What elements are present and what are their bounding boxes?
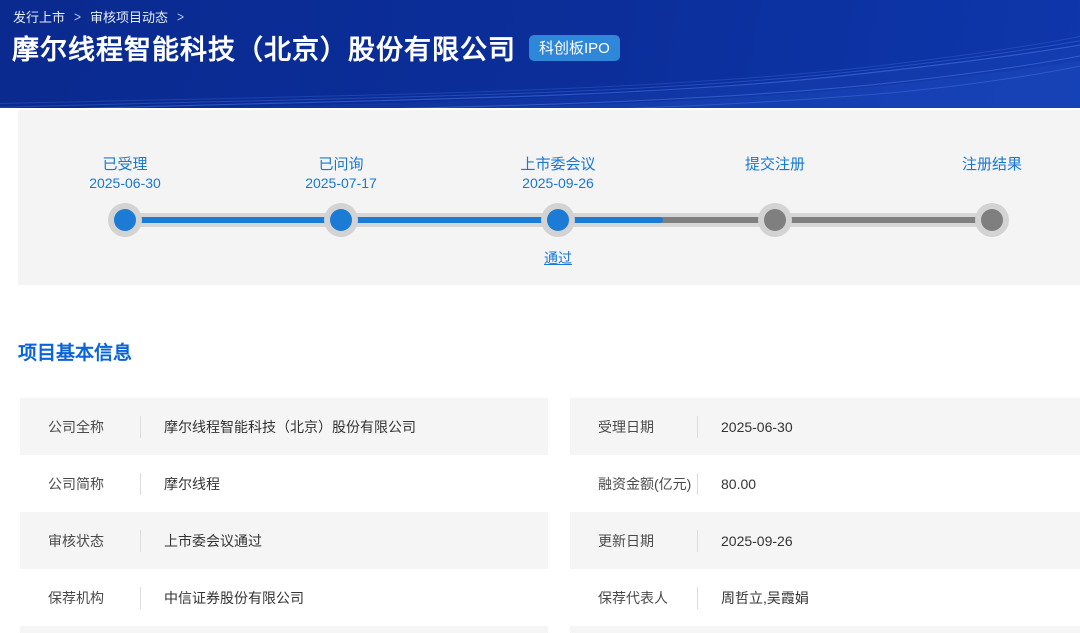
timeline-stage-name: 上市委会议 bbox=[520, 155, 595, 174]
table-row-value: 2025-06-30 bbox=[721, 419, 793, 435]
table-row-divider bbox=[697, 587, 698, 609]
timeline-stage-dot bbox=[975, 203, 1009, 237]
table-row-label: 更新日期 bbox=[598, 531, 697, 551]
timeline-stage-label: 上市委会议2025-09-26 bbox=[520, 155, 595, 192]
timeline-stage-date: 2025-06-30 bbox=[89, 174, 161, 192]
timeline-stage-label: 已问询2025-07-17 bbox=[305, 155, 377, 192]
timeline-stage-label: 提交注册 bbox=[745, 155, 805, 174]
table-row: 公司全称 摩尔线程智能科技（北京）股份有限公司 bbox=[20, 398, 548, 455]
table-row-value: 80.00 bbox=[721, 476, 756, 492]
info-table-right: 受理日期 2025-06-30 融资金额(亿元) 80.00 更新日期 2025-09-2… bbox=[570, 398, 1080, 633]
timeline-stage-name: 已问询 bbox=[305, 155, 377, 174]
table-row-label: 公司简称 bbox=[48, 474, 140, 494]
section-title: 项目基本信息 bbox=[18, 343, 132, 364]
table-row: 保荐机构 中信证券股份有限公司 bbox=[20, 569, 548, 626]
table-row-value: 摩尔线程 bbox=[164, 474, 220, 494]
table-row-label: 保荐机构 bbox=[48, 588, 140, 608]
table-row: 保荐代表人 周哲立,吴霞娟 bbox=[570, 569, 1080, 626]
table-row-value: 中信证券股份有限公司 bbox=[164, 588, 304, 608]
timeline-stage-name: 注册结果 bbox=[962, 155, 1022, 174]
timeline-stage-dot bbox=[541, 203, 575, 237]
table-row: 审核状态 上市委会议通过 bbox=[20, 512, 548, 569]
table-row-divider bbox=[140, 416, 141, 438]
table-row-divider bbox=[697, 530, 698, 552]
timeline-panel: 已受理2025-06-30 已问询2025-07-17 上市委会议2025-09-2… bbox=[18, 110, 1080, 285]
table-row: 更新日期 2025-09-26 bbox=[570, 512, 1080, 569]
table-row-divider bbox=[140, 473, 141, 495]
table-row-value: 上市委会议通过 bbox=[164, 531, 262, 551]
table-row-divider bbox=[697, 416, 698, 438]
timeline-stage-label: 已受理2025-06-30 bbox=[89, 155, 161, 192]
table-row-label: 公司全称 bbox=[48, 417, 140, 437]
table-row-label: 审核状态 bbox=[48, 531, 140, 551]
timeline-stage-date: 2025-07-17 bbox=[305, 174, 377, 192]
breadcrumb: 发行上市 > 审核项目动态 > bbox=[13, 7, 184, 26]
title-row: 摩尔线程智能科技（北京）股份有限公司 科创板IPO bbox=[12, 28, 620, 67]
table-row-partial bbox=[570, 626, 1080, 633]
timeline-stage-name: 已受理 bbox=[89, 155, 161, 174]
info-table-left: 公司全称 摩尔线程智能科技（北京）股份有限公司公司简称 摩尔线程审核状态 上市委会议通… bbox=[20, 398, 548, 633]
timeline-stage-dot bbox=[108, 203, 142, 237]
table-row-divider bbox=[140, 530, 141, 552]
timeline-stage-dot bbox=[758, 203, 792, 237]
timeline-progress-line bbox=[125, 217, 663, 223]
table-row-value: 2025-09-26 bbox=[721, 533, 793, 549]
table-row-divider bbox=[697, 473, 698, 495]
breadcrumb-link[interactable]: 发行上市 bbox=[13, 7, 65, 26]
table-row-label: 保荐代表人 bbox=[598, 588, 697, 608]
timeline-stage-date: 2025-09-26 bbox=[520, 174, 595, 192]
breadcrumb-link[interactable]: 审核项目动态 bbox=[90, 7, 168, 26]
page-title: 摩尔线程智能科技（北京）股份有限公司 bbox=[12, 28, 516, 67]
breadcrumb-separator-icon: > bbox=[177, 8, 184, 24]
meeting-result-link[interactable]: 通过 bbox=[544, 248, 572, 268]
table-row: 公司简称 摩尔线程 bbox=[20, 455, 548, 512]
timeline-stage-dot bbox=[324, 203, 358, 237]
timeline-stage-name: 提交注册 bbox=[745, 155, 805, 174]
table-row-label: 融资金额(亿元) bbox=[598, 474, 697, 494]
table-row: 融资金额(亿元) 80.00 bbox=[570, 455, 1080, 512]
project-info-tables: 公司全称 摩尔线程智能科技（北京）股份有限公司公司简称 摩尔线程审核状态 上市委会议通… bbox=[20, 398, 1080, 633]
table-row-partial bbox=[20, 626, 548, 633]
board-ipo-badge: 科创板IPO bbox=[529, 35, 620, 61]
breadcrumb-separator-icon: > bbox=[74, 8, 81, 24]
timeline-stage-label: 注册结果 bbox=[962, 155, 1022, 174]
table-row-value: 周哲立,吴霞娟 bbox=[721, 588, 809, 608]
table-row-label: 受理日期 bbox=[598, 417, 697, 437]
page-header: 发行上市 > 审核项目动态 > 摩尔线程智能科技（北京）股份有限公司 科创板IPO bbox=[0, 0, 1080, 108]
table-row: 受理日期 2025-06-30 bbox=[570, 398, 1080, 455]
table-row-divider bbox=[140, 587, 141, 609]
table-row-value: 摩尔线程智能科技（北京）股份有限公司 bbox=[164, 417, 416, 437]
